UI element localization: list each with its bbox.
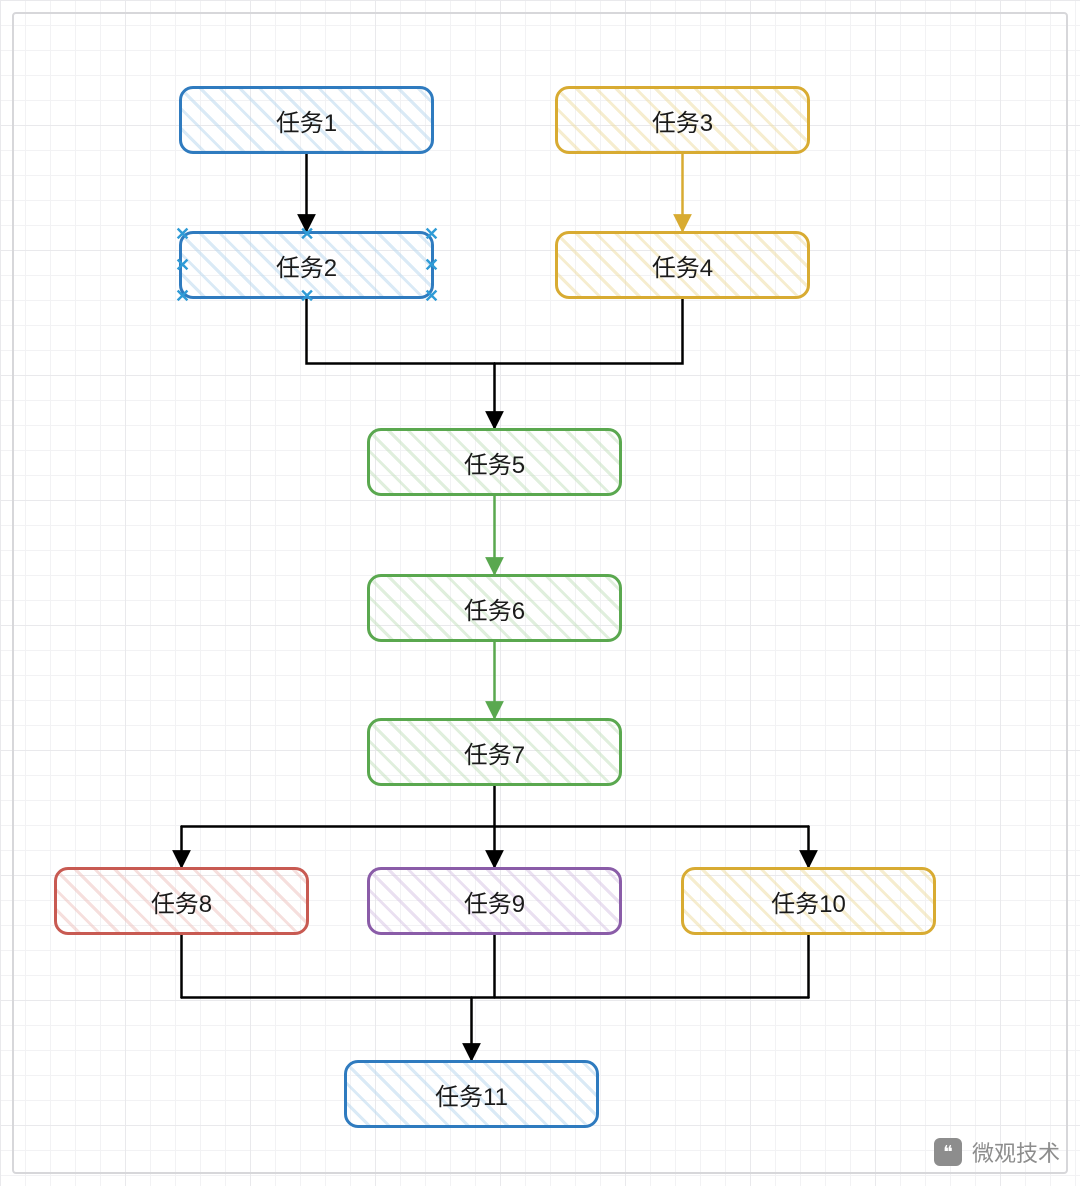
task-node-n8[interactable]: 任务8	[54, 867, 309, 935]
selection-handle[interactable]: ✕	[175, 227, 189, 241]
task-node-n4[interactable]: 任务4	[555, 231, 810, 299]
task-label: 任务10	[771, 884, 846, 919]
watermark: ❝ 微观技术	[934, 1136, 1060, 1168]
diagram-canvas: { "diagram": { "nodes": { "n1": {"label"…	[0, 0, 1080, 1186]
task-node-n6[interactable]: 任务6	[367, 574, 622, 642]
task-node-n7[interactable]: 任务7	[367, 718, 622, 786]
task-node-n5[interactable]: 任务5	[367, 428, 622, 496]
selection-handle[interactable]: ✕	[300, 289, 314, 303]
wechat-icon: ❝	[934, 1138, 962, 1166]
task-label: 任务8	[151, 884, 212, 919]
selection-handle[interactable]: ✕	[175, 258, 189, 272]
task-label: 任务6	[464, 591, 525, 626]
selection-handle[interactable]: ✕	[175, 289, 189, 303]
watermark-label: 微观技术	[972, 1136, 1060, 1168]
selection-handle[interactable]: ✕	[424, 258, 438, 272]
task-label: 任务5	[464, 445, 525, 480]
task-node-n9[interactable]: 任务9	[367, 867, 622, 935]
task-label: 任务9	[464, 884, 525, 919]
task-label: 任务2	[276, 248, 337, 283]
task-label: 任务7	[464, 735, 525, 770]
selection-handle[interactable]: ✕	[424, 227, 438, 241]
task-node-n1[interactable]: 任务1	[179, 86, 434, 154]
task-label: 任务11	[435, 1077, 508, 1112]
task-label: 任务1	[276, 103, 337, 138]
selection-handle[interactable]: ✕	[424, 289, 438, 303]
task-label: 任务4	[652, 248, 713, 283]
task-label: 任务3	[652, 103, 713, 138]
task-node-n11[interactable]: 任务11	[344, 1060, 599, 1128]
task-node-n2[interactable]: 任务2✕✕✕✕✕✕✕✕	[179, 231, 434, 299]
task-node-n3[interactable]: 任务3	[555, 86, 810, 154]
task-node-n10[interactable]: 任务10	[681, 867, 936, 935]
selection-handle[interactable]: ✕	[300, 227, 314, 241]
